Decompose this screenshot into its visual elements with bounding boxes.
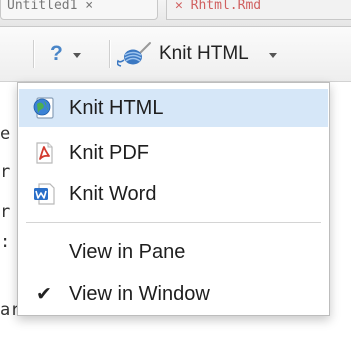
knit-button-label: Knit HTML [159,43,249,64]
knit-dropdown-menu: Knit HTML Knit PDF Knit Word View in Pan… [17,82,330,316]
menu-divider [26,222,321,223]
help-icon: ? [50,42,63,65]
menu-item-label: Knit PDF [69,141,150,164]
toolbar-separator [109,40,110,68]
menu-item-knit-word[interactable]: Knit Word [19,175,328,213]
chevron-down-icon [72,52,81,58]
menu-item-view-in-pane[interactable]: View in Pane [19,233,328,271]
knit-yarn-icon [116,41,153,67]
word-document-icon [19,175,69,213]
check-slot-empty [19,233,69,271]
help-button[interactable]: ? [44,41,106,67]
editor-toolbar: ? Knit HTML [0,27,351,82]
editor-tab-strip: Untitled1 × ✕ Rhtml.Rmd [0,0,351,27]
checkmark-icon: ✔ [19,275,69,313]
menu-item-label: View in Window [69,282,210,305]
checkmark-glyph: ✔ [36,283,52,305]
chevron-down-icon [268,52,277,58]
editor-tab-left[interactable]: Untitled1 × [0,0,158,20]
globe-html-icon [19,89,69,127]
menu-item-label: View in Pane [69,240,186,263]
menu-item-label: Knit Word [69,182,157,205]
editor-tab-right[interactable]: ✕ Rhtml.Rmd [166,0,351,20]
editor-text-fragment: : [0,232,11,252]
menu-item-knit-pdf[interactable]: Knit PDF [19,134,328,172]
knit-button[interactable]: Knit HTML [116,39,339,69]
editor-text-fragment: r [0,162,11,182]
menu-item-knit-html[interactable]: Knit HTML [19,89,328,127]
menu-item-view-in-window[interactable]: ✔ View in Window [19,275,328,313]
editor-text-fragment: e [0,124,11,144]
pdf-document-icon [19,134,69,172]
editor-text-fragment: r [0,202,11,222]
menu-item-label: Knit HTML [69,96,164,119]
toolbar-separator [33,40,34,68]
rstudio-knit-menu-screenshot: Untitled1 × ✕ Rhtml.Rmd ? Knit HTML e r … [0,0,351,345]
